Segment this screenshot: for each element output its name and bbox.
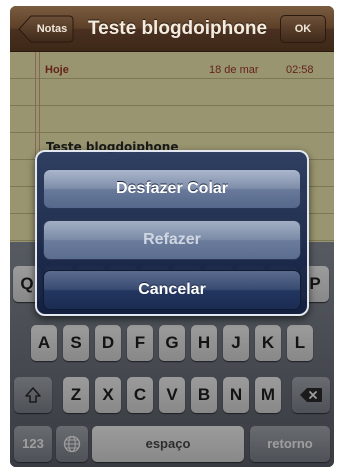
cancel-button[interactable]: Cancelar	[43, 270, 301, 310]
undo-paste-button[interactable]: Desfazer Colar	[43, 169, 301, 209]
ok-button[interactable]: OK	[280, 15, 326, 43]
back-button[interactable]: Notas	[18, 15, 74, 43]
undo-action-sheet: Desfazer Colar Refazer Cancelar	[35, 150, 309, 316]
redo-button[interactable]: Refazer	[43, 220, 301, 260]
note-title: Teste blogdoiphone	[87, 18, 268, 39]
navigation-bar: Notas Teste blogdoiphone OK	[10, 6, 334, 52]
back-button-label: Notas	[36, 23, 68, 35]
